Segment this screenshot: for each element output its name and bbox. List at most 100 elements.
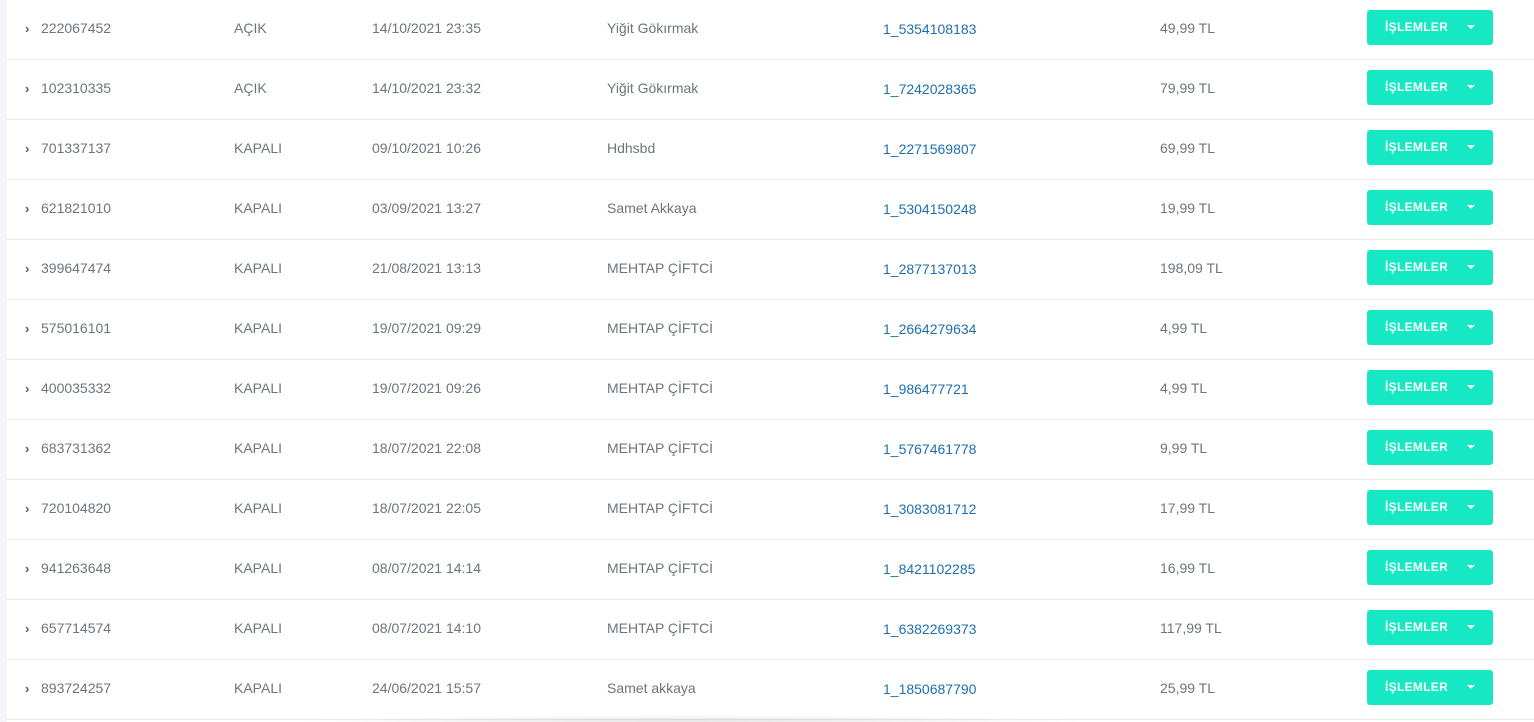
order-status: KAPALI [234, 560, 282, 576]
reference-link[interactable]: 1_2271569807 [883, 120, 976, 179]
chevron-right-icon[interactable]: › [25, 180, 35, 237]
actions-button-label: İŞLEMLER [1385, 560, 1449, 574]
actions-dropdown-button[interactable]: İŞLEMLER [1367, 670, 1493, 705]
chevron-right-icon[interactable]: › [25, 420, 35, 477]
reference-link[interactable]: 1_5354108183 [883, 0, 976, 59]
reference-link[interactable]: 1_1850687790 [883, 660, 976, 719]
actions-dropdown-button[interactable]: İŞLEMLER [1367, 250, 1493, 285]
reference-link[interactable]: 1_2664279634 [883, 300, 976, 359]
actions-button-label: İŞLEMLER [1385, 140, 1449, 154]
actions-button-label: İŞLEMLER [1385, 200, 1449, 214]
order-date: 08/07/2021 14:10 [372, 620, 481, 636]
table-row: › 102310335 AÇIK 14/10/2021 23:32 Yiğit … [7, 60, 1534, 120]
chevron-right-icon[interactable]: › [25, 360, 35, 417]
order-id: 720104820 [41, 500, 112, 516]
order-id: 399647474 [41, 260, 112, 276]
actions-button-label: İŞLEMLER [1385, 320, 1449, 334]
actions-button-label: İŞLEMLER [1385, 680, 1449, 694]
order-amount: 79,99 TL [1160, 80, 1216, 96]
actions-button-label: İŞLEMLER [1385, 620, 1449, 634]
actions-button-label: İŞLEMLER [1385, 440, 1449, 454]
order-amount: 17,99 TL [1160, 500, 1216, 516]
customer-name: MEHTAP ÇİFTCİ [607, 500, 714, 516]
table-row: › 575016101 KAPALI 19/07/2021 09:29 MEHT… [7, 300, 1534, 360]
reference-link[interactable]: 1_8421102285 [883, 540, 975, 599]
order-id: 621821010 [41, 200, 112, 216]
caret-down-icon [1467, 505, 1475, 509]
caret-down-icon [1467, 625, 1475, 629]
table-row: › 222067452 AÇIK 14/10/2021 23:35 Yiğit … [7, 0, 1534, 60]
chevron-right-icon[interactable]: › [25, 480, 35, 537]
table-row: › 683731362 KAPALI 18/07/2021 22:08 MEHT… [7, 420, 1534, 480]
reference-link[interactable]: 1_986477721 [883, 360, 969, 419]
reference-link[interactable]: 1_5767461778 [883, 420, 976, 479]
customer-name: Yiğit Gökırmak [607, 80, 699, 96]
chevron-right-icon[interactable]: › [25, 60, 35, 117]
reference-link[interactable]: 1_6382269373 [883, 600, 976, 659]
chevron-right-icon[interactable]: › [25, 600, 35, 657]
order-amount: 4,99 TL [1160, 380, 1208, 396]
order-date: 08/07/2021 14:14 [372, 560, 481, 576]
order-status: KAPALI [234, 140, 282, 156]
customer-name: MEHTAP ÇİFTCİ [607, 380, 714, 396]
customer-name: Samet Akkaya [607, 200, 697, 216]
chevron-right-icon[interactable]: › [25, 240, 35, 297]
order-amount: 198,09 TL [1160, 260, 1223, 276]
order-status: KAPALI [234, 200, 282, 216]
actions-dropdown-button[interactable]: İŞLEMLER [1367, 310, 1493, 345]
order-date: 03/09/2021 13:27 [372, 200, 481, 216]
reference-link[interactable]: 1_3083081712 [883, 480, 976, 539]
customer-name: MEHTAP ÇİFTCİ [607, 440, 714, 456]
order-status: KAPALI [234, 380, 282, 396]
chevron-right-icon[interactable]: › [25, 300, 35, 357]
customer-name: MEHTAP ÇİFTCİ [607, 320, 714, 336]
order-id: 575016101 [41, 320, 112, 336]
actions-button-label: İŞLEMLER [1385, 380, 1449, 394]
actions-dropdown-button[interactable]: İŞLEMLER [1367, 430, 1493, 465]
caret-down-icon [1467, 565, 1475, 569]
actions-button-label: İŞLEMLER [1385, 80, 1449, 94]
caret-down-icon [1467, 25, 1475, 29]
actions-dropdown-button[interactable]: İŞLEMLER [1367, 190, 1493, 225]
order-id: 400035332 [41, 380, 112, 396]
actions-dropdown-button[interactable]: İŞLEMLER [1367, 10, 1493, 45]
table-row: › 657714574 KAPALI 08/07/2021 14:10 MEHT… [7, 600, 1534, 660]
customer-name: Samet akkaya [607, 680, 696, 696]
actions-button-label: İŞLEMLER [1385, 260, 1449, 274]
order-id: 222067452 [41, 20, 112, 36]
reference-link[interactable]: 1_5304150248 [883, 180, 976, 239]
reference-link[interactable]: 1_2877137013 [883, 240, 976, 299]
order-status: KAPALI [234, 620, 282, 636]
caret-down-icon [1467, 85, 1475, 89]
order-status: KAPALI [234, 680, 282, 696]
order-id: 941263648 [41, 560, 112, 576]
actions-dropdown-button[interactable]: İŞLEMLER [1367, 130, 1493, 165]
order-id: 102310335 [41, 80, 112, 96]
reference-link[interactable]: 1_7242028365 [883, 60, 976, 119]
actions-dropdown-button[interactable]: İŞLEMLER [1367, 70, 1493, 105]
chevron-right-icon[interactable]: › [25, 120, 35, 177]
chevron-right-icon[interactable]: › [25, 0, 35, 57]
order-date: 24/06/2021 15:57 [372, 680, 481, 696]
order-status: KAPALI [234, 500, 282, 516]
actions-button-label: İŞLEMLER [1385, 20, 1449, 34]
order-amount: 49,99 TL [1160, 20, 1216, 36]
customer-name: MEHTAP ÇİFTCİ [607, 560, 714, 576]
actions-dropdown-button[interactable]: İŞLEMLER [1367, 610, 1493, 645]
order-amount: 16,99 TL [1160, 560, 1216, 576]
order-amount: 69,99 TL [1160, 140, 1216, 156]
order-date: 19/07/2021 09:26 [372, 380, 481, 396]
chevron-right-icon[interactable]: › [25, 660, 35, 717]
page-edge [0, 0, 7, 722]
chevron-right-icon[interactable]: › [25, 540, 35, 597]
customer-name: Yiğit Gökırmak [607, 20, 699, 36]
table-row: › 400035332 KAPALI 19/07/2021 09:26 MEHT… [7, 360, 1534, 420]
actions-dropdown-button[interactable]: İŞLEMLER [1367, 490, 1493, 525]
order-status: KAPALI [234, 440, 282, 456]
actions-dropdown-button[interactable]: İŞLEMLER [1367, 550, 1493, 585]
order-date: 18/07/2021 22:05 [372, 500, 481, 516]
order-status: KAPALI [234, 320, 282, 336]
actions-dropdown-button[interactable]: İŞLEMLER [1367, 370, 1493, 405]
order-id: 657714574 [41, 620, 112, 636]
table-row: › 399647474 KAPALI 21/08/2021 13:13 MEHT… [7, 240, 1534, 300]
